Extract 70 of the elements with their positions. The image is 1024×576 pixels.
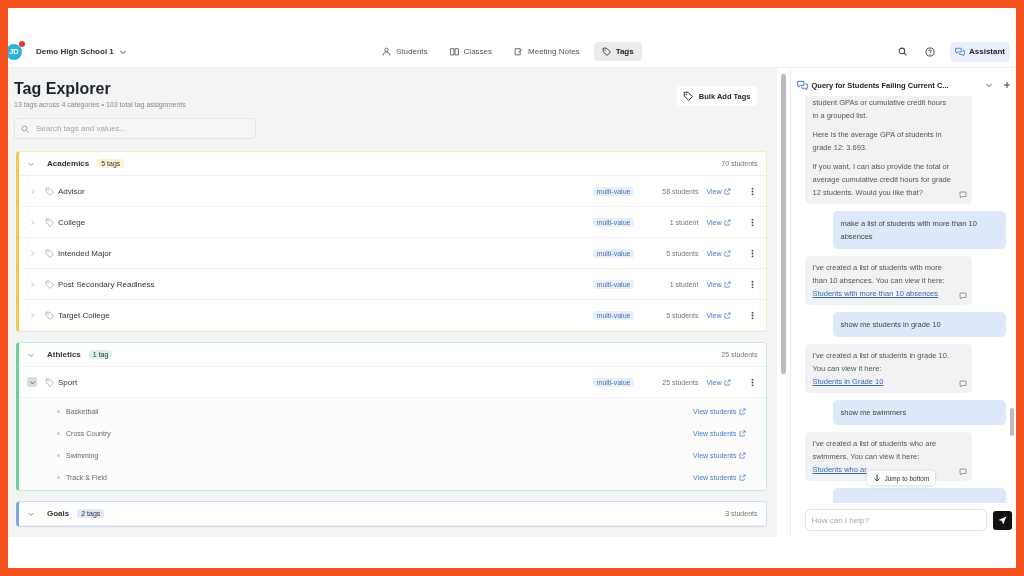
external-link-icon [738,429,746,437]
tag-name: Post Secondary Readiness [58,279,156,289]
external-link-icon [738,407,746,415]
feedback-button[interactable] [959,191,967,199]
comment-icon [959,292,967,300]
tag-name: Target College [58,310,111,320]
tag-name: Sport [58,377,79,387]
tag-icon [45,279,54,289]
expand-toggle[interactable] [27,377,37,387]
chevron-right-icon [28,311,36,319]
help-icon [925,46,935,57]
external-link-icon [723,311,731,319]
chevron-right-icon [28,218,36,226]
tag-icon [45,186,54,196]
tag-icon [682,91,693,101]
tag-name: College [58,217,87,227]
scrollbar[interactable] [780,74,786,374]
send-icon [998,515,1007,525]
comment-icon [959,468,967,476]
chevron-right-icon [28,187,36,195]
external-link-icon [738,451,746,459]
external-link-icon [723,249,731,257]
category-name: Goals [47,509,70,518]
bullet-dot [57,453,60,457]
chat-icon [796,79,808,91]
comment-icon [959,380,967,388]
external-link-icon [723,218,731,226]
feedback-button[interactable] [959,380,967,388]
tag-name: Advisor [58,186,86,196]
external-link-icon [738,473,746,481]
external-link-icon [723,378,731,386]
tag-icon [45,310,54,320]
notification-dot [19,40,25,47]
page-title: Tag Explorer [14,80,112,98]
tag-name: Intended Major [58,248,113,258]
nav-tab[interactable]: Meeting Notes [506,42,588,61]
feedback-button[interactable] [959,292,967,300]
nav-tab[interactable]: Classes [441,42,501,61]
nav-tab[interactable]: Tags [593,42,642,61]
scrollbar[interactable] [1010,408,1014,436]
plus-icon [1003,81,1011,89]
bullet-dot [57,431,60,435]
chevron-right-icon [28,249,36,257]
school-selector[interactable]: Demo High School 1 [36,47,127,56]
chevron-down-icon [985,81,993,89]
category-name: Academics [47,159,90,168]
arrow-down-icon [872,474,881,482]
feedback-button[interactable] [959,468,967,476]
note-icon [514,47,524,56]
external-link-icon [723,280,731,288]
chevron-right-icon [28,280,36,288]
search-icon [21,124,29,133]
bullet-dot [57,475,60,479]
search-icon [898,47,907,56]
chevron-down-icon [28,378,36,386]
send-button[interactable] [993,510,1012,530]
assistant-button[interactable]: Assistant [950,41,1010,62]
nav-tab[interactable]: Students [374,42,436,61]
search-field[interactable]: Search tags and values... [14,118,256,139]
comment-icon [959,191,967,199]
person-icon [382,47,391,56]
tag-icon [45,217,54,227]
tag-icon [45,248,54,258]
category-name: Athletics [47,350,81,359]
chat-icon [955,46,965,57]
tag-icon [45,377,54,387]
tag-icon [601,47,611,56]
external-link-icon [723,187,731,195]
book-icon [449,47,459,56]
bullet-dot [57,409,60,413]
